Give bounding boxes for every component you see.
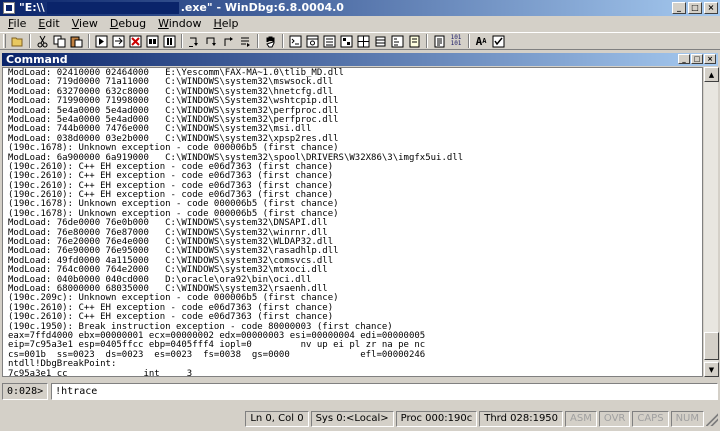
- toolbar-separator: [181, 34, 183, 48]
- detach-icon[interactable]: [144, 33, 160, 49]
- menu-file[interactable]: File: [2, 16, 32, 32]
- output-line: 7c95a3e1 cc int 3: [8, 368, 193, 377]
- minimize-button[interactable]: _: [672, 2, 686, 14]
- menu-view[interactable]: View: [66, 16, 104, 32]
- command-window-title: Command: [6, 53, 68, 66]
- menu-help-hotkey: H: [213, 17, 222, 30]
- command-input-row: 0:028>: [2, 382, 718, 401]
- status-asm: ASM: [565, 411, 597, 427]
- memory-icon[interactable]: [355, 33, 371, 49]
- output-vertical-scrollbar[interactable]: ▲ ▼: [703, 67, 719, 377]
- font-icon-large: A: [475, 34, 483, 48]
- step-out-icon[interactable]: [220, 33, 236, 49]
- step-into-icon[interactable]: [186, 33, 202, 49]
- hex-mode-icon[interactable]: 101 101: [448, 33, 464, 49]
- open-icon[interactable]: [9, 33, 25, 49]
- window-caption-buttons: _ □ ×: [672, 2, 718, 14]
- status-caps: CAPS: [632, 411, 669, 427]
- windbg-app-icon[interactable]: [3, 2, 15, 14]
- scratch-pad-icon[interactable]: [406, 33, 422, 49]
- toolbar-separator: [257, 34, 259, 48]
- menu-debug[interactable]: Debug: [104, 16, 152, 32]
- toolbar-separator: [468, 34, 470, 48]
- call-stack-icon[interactable]: [372, 33, 388, 49]
- toolbar-separator: [426, 34, 428, 48]
- menu-help[interactable]: Help: [207, 16, 244, 32]
- font-icon-small: A: [482, 37, 487, 45]
- copy-icon[interactable]: [51, 33, 67, 49]
- menu-view-label: iew: [79, 17, 98, 30]
- menu-edit-label: dit: [45, 17, 60, 30]
- paste-icon[interactable]: [68, 33, 84, 49]
- run-to-cursor-icon[interactable]: [237, 33, 253, 49]
- menu-window[interactable]: Window: [152, 16, 207, 32]
- toolbar: 101 101 AA: [0, 32, 720, 50]
- menu-help-label: elp: [221, 17, 239, 30]
- pane-splitter[interactable]: [2, 377, 718, 381]
- status-system: Sys 0:<Local>: [310, 411, 394, 427]
- status-thread: Thrd 028:1950: [479, 411, 564, 427]
- disassembly-icon[interactable]: [389, 33, 405, 49]
- stop-debugging-icon[interactable]: [127, 33, 143, 49]
- registers-icon[interactable]: [338, 33, 354, 49]
- menu-view-hotkey: V: [71, 17, 80, 30]
- hand-icon[interactable]: [262, 33, 278, 49]
- step-over-icon[interactable]: [203, 33, 219, 49]
- command-window-icon[interactable]: [287, 33, 303, 49]
- command-output[interactable]: ModLoad: 02410000 02464000 E:\Yescomm\FA…: [2, 67, 703, 377]
- toolbar-grip[interactable]: [3, 34, 6, 48]
- command-prompt: 0:028>: [2, 383, 49, 400]
- scroll-down-arrow-icon[interactable]: ▼: [704, 362, 719, 377]
- command-window-caption-buttons: _ □ ×: [678, 54, 716, 64]
- locals-icon[interactable]: [321, 33, 337, 49]
- command-minimize-button[interactable]: _: [678, 54, 690, 64]
- window-title-left: "E:\\: [19, 1, 45, 14]
- status-process: Proc 000:190c: [395, 411, 478, 427]
- font-icon[interactable]: AA: [473, 33, 489, 49]
- toolbar-separator: [29, 34, 31, 48]
- status-num: NUM: [670, 411, 704, 427]
- toolbar-separator: [282, 34, 284, 48]
- menu-window-label: indow: [168, 17, 202, 30]
- maximize-button[interactable]: □: [688, 2, 702, 14]
- command-window: Command _ □ × ModLoad: 02410000 02464000…: [0, 51, 720, 404]
- menu-debug-label: ebug: [118, 17, 147, 30]
- break-icon[interactable]: [161, 33, 177, 49]
- menu-file-label: ile: [13, 17, 27, 30]
- command-window-titlebar[interactable]: Command _ □ ×: [2, 53, 718, 66]
- toolbar-separator: [88, 34, 90, 48]
- window-titlebar[interactable]: "E:\\ .exe" - WinDbg:6.8.0004.0 _ □ ×: [0, 0, 720, 16]
- scroll-thumb[interactable]: [704, 332, 719, 360]
- source-mode-icon[interactable]: [431, 33, 447, 49]
- watch-window-icon[interactable]: [304, 33, 320, 49]
- status-message: [0, 411, 243, 427]
- cut-icon[interactable]: [34, 33, 50, 49]
- menu-bar: File Edit View Debug Window Help: [0, 16, 720, 32]
- status-ovr: OVR: [598, 411, 631, 427]
- scroll-up-arrow-icon[interactable]: ▲: [704, 67, 719, 82]
- status-bar: Ln 0, Col 0 Sys 0:<Local> Proc 000:190c …: [0, 409, 720, 429]
- window-title-redacted: [46, 2, 179, 14]
- go-icon[interactable]: [93, 33, 109, 49]
- menu-window-hotkey: W: [158, 17, 169, 30]
- command-input[interactable]: [51, 383, 718, 400]
- window-title-right: .exe" - WinDbg:6.8.0004.0: [180, 1, 344, 14]
- restart-icon[interactable]: [110, 33, 126, 49]
- menu-edit[interactable]: Edit: [32, 16, 65, 32]
- status-line-col: Ln 0, Col 0: [245, 411, 309, 427]
- command-close-button[interactable]: ×: [704, 54, 716, 64]
- command-maximize-button[interactable]: □: [691, 54, 703, 64]
- resize-grip[interactable]: [706, 412, 718, 426]
- options-icon[interactable]: [490, 33, 506, 49]
- close-button[interactable]: ×: [704, 2, 718, 14]
